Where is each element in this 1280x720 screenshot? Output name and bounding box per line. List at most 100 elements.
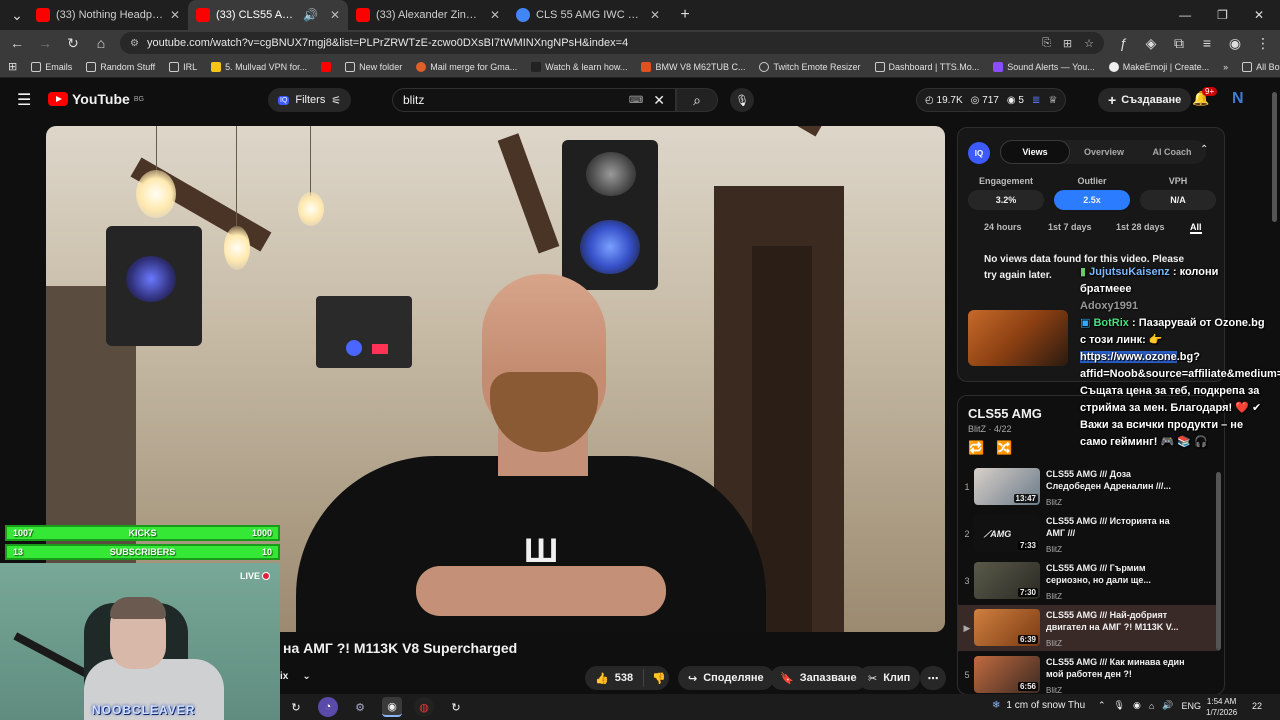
back-icon[interactable]: ← bbox=[8, 35, 26, 51]
taskbar-app-icon[interactable]: ◔ bbox=[318, 697, 338, 717]
tab-2[interactable]: (33) CLS55 AMG /// Най-до 🔊 ✕ bbox=[188, 0, 348, 30]
tab-ai-coach[interactable]: AI Coach bbox=[1138, 140, 1206, 164]
range-28d[interactable]: 1st 28 days bbox=[1116, 222, 1165, 232]
bookmark-watch-learn[interactable]: Watch & learn how... bbox=[531, 61, 627, 72]
chat-link[interactable]: https://www.ozone bbox=[1080, 351, 1177, 363]
translate-icon[interactable]: ⎘ bbox=[1042, 37, 1051, 50]
trophy-icon[interactable]: ♕ bbox=[1048, 95, 1057, 106]
youtube-logo[interactable]: YouTube BG bbox=[48, 91, 144, 107]
playlist-item[interactable]: 3 7:30 CLS55 AMG /// Гърмим сериозно, но… bbox=[958, 558, 1220, 604]
media-control-icon[interactable]: ≡ bbox=[1198, 35, 1216, 51]
reload-icon[interactable]: ↻ bbox=[64, 35, 82, 52]
bookmark-bmw[interactable]: BMW V8 M62TUB C... bbox=[641, 61, 745, 72]
page-scrollbar[interactable] bbox=[1272, 92, 1277, 222]
bookmark-twitch-emote[interactable]: Twitch Emote Resizer bbox=[759, 61, 861, 72]
bookmark-irl[interactable]: IRL bbox=[169, 61, 197, 72]
profile-icon[interactable]: ◉ bbox=[1226, 35, 1244, 52]
keyboard-icon[interactable]: ⌨ bbox=[629, 95, 643, 106]
create-button[interactable]: + Създаване bbox=[1098, 88, 1192, 112]
tab-search-icon[interactable]: ⌄ bbox=[6, 7, 28, 24]
close-tab-icon[interactable]: ✕ bbox=[170, 8, 180, 22]
filters-button[interactable]: IQ Filters ⚟ bbox=[268, 88, 352, 112]
bookmark-new-folder[interactable]: New folder bbox=[345, 61, 402, 72]
close-tab-icon[interactable]: ✕ bbox=[490, 8, 500, 22]
shuffle-icon[interactable]: 🔀 bbox=[996, 440, 1012, 456]
list-icon[interactable]: ≣ bbox=[1032, 95, 1040, 106]
close-tab-icon[interactable]: ✕ bbox=[330, 8, 340, 22]
window-close-icon[interactable]: ✕ bbox=[1254, 8, 1264, 22]
clip-button[interactable]: ✂ Клип bbox=[858, 666, 921, 690]
chrome-icon[interactable]: ◉ bbox=[382, 697, 402, 717]
playlist-item[interactable]: 1 13:47 CLS55 AMG /// Доза Следобеден Ад… bbox=[958, 464, 1220, 510]
home-icon[interactable]: ⌂ bbox=[92, 35, 110, 51]
network-icon[interactable]: ⌂ bbox=[1149, 701, 1154, 711]
bookmark-star-icon[interactable]: ☆ bbox=[1084, 37, 1094, 50]
language-indicator[interactable]: ENG bbox=[1182, 701, 1202, 711]
range-all[interactable]: All bbox=[1190, 222, 1202, 234]
tray-icon[interactable]: ◉ bbox=[1133, 700, 1141, 711]
search-input[interactable]: blitz ⌨ ✕ bbox=[392, 88, 676, 112]
share-button[interactable]: ↪ Споделяне bbox=[678, 666, 774, 690]
clear-search-icon[interactable]: ✕ bbox=[653, 92, 665, 109]
voice-search-button[interactable]: 🎙 bbox=[730, 88, 754, 112]
save-button[interactable]: 🔖 Запазване bbox=[770, 666, 867, 690]
bookmark-sound-alerts[interactable]: Sound Alerts — You... bbox=[993, 61, 1095, 72]
playlist-item[interactable]: 2 ⟋AMG 7:33 CLS55 AMG /// Историята на АМ… bbox=[958, 511, 1220, 557]
playlist-scrollbar[interactable] bbox=[1216, 472, 1221, 650]
tab-3[interactable]: (33) Alexander ZinG Ananiev - Y ✕ bbox=[348, 0, 508, 30]
loop-icon[interactable]: 🔁 bbox=[968, 440, 984, 456]
bookmark-tts-dashboard[interactable]: Dashboard | TTS.Mo... bbox=[874, 61, 979, 72]
playlist-title[interactable]: CLS55 AMG bbox=[968, 406, 1042, 421]
weather-widget[interactable]: ❄ 1 cm of snow Thu bbox=[992, 700, 1085, 711]
minimize-icon[interactable]: — bbox=[1179, 8, 1191, 22]
like-button[interactable]: 👍 538 bbox=[585, 669, 645, 687]
maximize-icon[interactable]: ❐ bbox=[1217, 8, 1228, 22]
apps-grid-icon[interactable]: ⊞ bbox=[8, 60, 17, 73]
clock[interactable]: 1:54 AM 1/7/2026 bbox=[1206, 696, 1237, 718]
steam-icon[interactable]: ⚙ bbox=[350, 697, 370, 717]
bookmark-makeemoji[interactable]: MakeEmoji | Create... bbox=[1108, 61, 1209, 72]
mix-fragment[interactable]: ix ⌄ bbox=[280, 671, 311, 682]
dislike-button[interactable]: 👎 bbox=[644, 672, 674, 685]
tab-4[interactable]: CLS 55 AMG IWC Edition - Goo ✕ bbox=[508, 0, 668, 30]
bookmark-mullvad[interactable]: 5. Mullvad VPN for... bbox=[211, 61, 307, 72]
notifications-icon[interactable]: 22 bbox=[1252, 701, 1262, 711]
close-tab-icon[interactable]: ✕ bbox=[650, 8, 660, 22]
collapse-chevron-icon[interactable]: ⌃ bbox=[1200, 144, 1208, 155]
forward-icon[interactable]: → bbox=[36, 35, 54, 51]
range-7d[interactable]: 1st 7 days bbox=[1048, 222, 1092, 232]
playlist-item-current[interactable]: ▶ 6:39 CLS55 AMG /// Най-добрият двигате… bbox=[958, 605, 1220, 651]
bookmark-youtube[interactable] bbox=[321, 61, 332, 72]
url-field[interactable]: ⚙ youtube.com/watch?v=cgBNUX7mgj8&list=P… bbox=[120, 32, 1104, 54]
new-tab-icon[interactable]: + bbox=[676, 6, 694, 24]
bookmark-random-stuff[interactable]: Random Stuff bbox=[86, 61, 155, 72]
tab-1[interactable]: (33) Nothing Headphone 1 – пр ✕ bbox=[28, 0, 188, 30]
volume-icon[interactable]: 🔊 bbox=[1162, 700, 1173, 711]
obs-icon[interactable]: ◍ bbox=[414, 697, 434, 717]
menu-kebab-icon[interactable]: ⋮ bbox=[1254, 35, 1272, 52]
suggested-video-thumbnail[interactable] bbox=[968, 310, 1068, 366]
extension-fx-icon[interactable]: ƒ bbox=[1114, 35, 1132, 51]
playlist-item[interactable]: 5 6:56 CLS55 AMG /// Как минава един мой… bbox=[958, 652, 1220, 694]
bookmark-mail-merge[interactable]: Mail merge for Gma... bbox=[416, 61, 517, 72]
hamburger-menu-icon[interactable]: ☰ bbox=[17, 90, 31, 110]
mic-tray-icon[interactable]: 🎙 bbox=[1114, 700, 1125, 711]
bookmark-emails[interactable]: Emails bbox=[31, 61, 72, 72]
taskbar-app-icon[interactable]: ↻ bbox=[286, 697, 306, 717]
more-actions-button[interactable]: ⋯ bbox=[920, 666, 946, 690]
tray-overflow-icon[interactable]: ⌃ bbox=[1098, 700, 1106, 711]
speaker-icon[interactable]: 🔊 bbox=[303, 8, 318, 22]
extension-icon[interactable]: ◈ bbox=[1142, 35, 1160, 52]
search-button[interactable]: ⌕ bbox=[676, 88, 718, 112]
tab-overview[interactable]: Overview bbox=[1070, 140, 1138, 164]
account-avatar[interactable]: N bbox=[1232, 90, 1244, 108]
bookmarks-overflow[interactable]: » bbox=[1223, 62, 1228, 72]
install-icon[interactable]: ⊞ bbox=[1063, 37, 1072, 50]
tab-views[interactable]: Views bbox=[1000, 140, 1070, 164]
extensions-puzzle-icon[interactable]: ⧉ bbox=[1170, 35, 1188, 52]
range-24h[interactable]: 24 hours bbox=[984, 222, 1022, 232]
vidiq-stats-pill[interactable]: ◴ 19.7K ◎ 717 ◉ 5 ≣ ♕ bbox=[916, 88, 1067, 112]
site-info-icon[interactable]: ⚙ bbox=[130, 38, 139, 49]
taskbar-app-icon[interactable]: ↻ bbox=[446, 697, 466, 717]
all-bookmarks[interactable]: All Bookmarks bbox=[1242, 61, 1280, 72]
